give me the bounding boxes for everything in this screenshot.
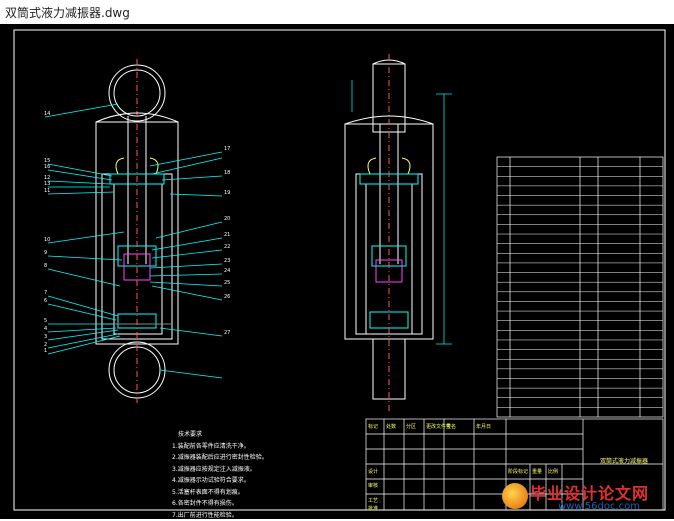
- balloon-label: 8: [44, 263, 47, 269]
- title-block-label: 工艺: [368, 497, 378, 504]
- technical-requirement-item: 5.活塞杆表面不得有划痕。: [172, 487, 268, 499]
- title-block-label: 标记: [368, 423, 378, 430]
- parts-list-table: [497, 157, 663, 417]
- technical-requirement-item: 4.减振器示功试验符合要求。: [172, 475, 268, 487]
- window-title: 双筒式液力减振器.dwg: [5, 4, 130, 21]
- technical-requirements-title: 技术要求: [178, 429, 268, 441]
- cad-drawing: [0, 24, 674, 519]
- inner-cylinder: [114, 184, 162, 334]
- title-block-label: 年月日: [476, 423, 491, 430]
- balloon-label: 27: [224, 330, 230, 336]
- technical-requirement-item: 7.出厂前进行性能检验。: [172, 510, 268, 521]
- technical-requirements: 技术要求 1.装配前各零件应清洗干净。2.减振器装配后应进行密封性检验。3.减振…: [172, 429, 268, 521]
- balloon-label: 18: [224, 170, 230, 176]
- dimension-lines: [352, 80, 452, 344]
- drawing-border: [14, 30, 665, 510]
- balloon-label: 25: [224, 280, 230, 286]
- title-block-label: 阶段标记: [508, 468, 528, 475]
- shock-absorber-section-view: [96, 59, 178, 404]
- balloon-label: 4: [44, 326, 47, 332]
- title-block-label: 比例: [548, 468, 558, 475]
- balloon-label: 17: [224, 146, 230, 152]
- watermark-url: www.56doc.com: [558, 501, 640, 512]
- balloon-label: 11: [44, 188, 50, 194]
- balloon-label: 22: [224, 244, 230, 250]
- technical-requirement-item: 2.减振器装配后应进行密封性检验。: [172, 452, 268, 464]
- balloon-label: 9: [44, 250, 47, 256]
- technical-requirement-item: 3.减振器应按规定注入减振液。: [172, 464, 268, 476]
- balloon-label: 7: [44, 290, 47, 296]
- balloon-label: 5: [44, 318, 47, 324]
- balloon-label: 16: [44, 164, 50, 170]
- balloon-label: 26: [224, 294, 230, 300]
- title-block-label: 重量: [532, 468, 542, 475]
- shock-absorber-front-view: [345, 54, 433, 414]
- window-title-bar: 双筒式液力减振器.dwg: [0, 0, 674, 24]
- watermark: 毕业设计论文网 www.56doc.com: [500, 479, 670, 517]
- title-block-label: 分区: [406, 423, 416, 430]
- title-block-label: 批准: [368, 505, 378, 512]
- balloon-label: 20: [224, 216, 230, 222]
- balloon-label: 19: [224, 190, 230, 196]
- watermark-logo-icon: [502, 483, 528, 509]
- balloon-label: 13: [44, 181, 50, 187]
- balloon-label: 14: [44, 111, 50, 117]
- title-block-label: 设计: [368, 468, 378, 475]
- balloon-label: 23: [224, 258, 230, 264]
- balloon-label: 1: [44, 348, 47, 354]
- technical-requirement-item: 1.装配前各零件应清洗干净。: [172, 441, 268, 453]
- cad-drawing-canvas[interactable]: 14151612131110987654321 1718192021222324…: [0, 24, 674, 519]
- balloon-label: 21: [224, 232, 230, 238]
- balloon-label: 24: [224, 268, 230, 274]
- title-block-label: 审核: [368, 482, 378, 489]
- balloon-label: 6: [44, 298, 47, 304]
- drawing-name: 双筒式液力减振器: [600, 456, 648, 465]
- balloon-label: 10: [44, 237, 50, 243]
- balloon-label: 3: [44, 334, 47, 340]
- title-block-label: 签名: [446, 423, 456, 430]
- leader-lines-left: [45, 104, 124, 354]
- title-block-label: 处数: [386, 423, 396, 430]
- technical-requirement-item: 6.各密封件不得有损伤。: [172, 498, 268, 510]
